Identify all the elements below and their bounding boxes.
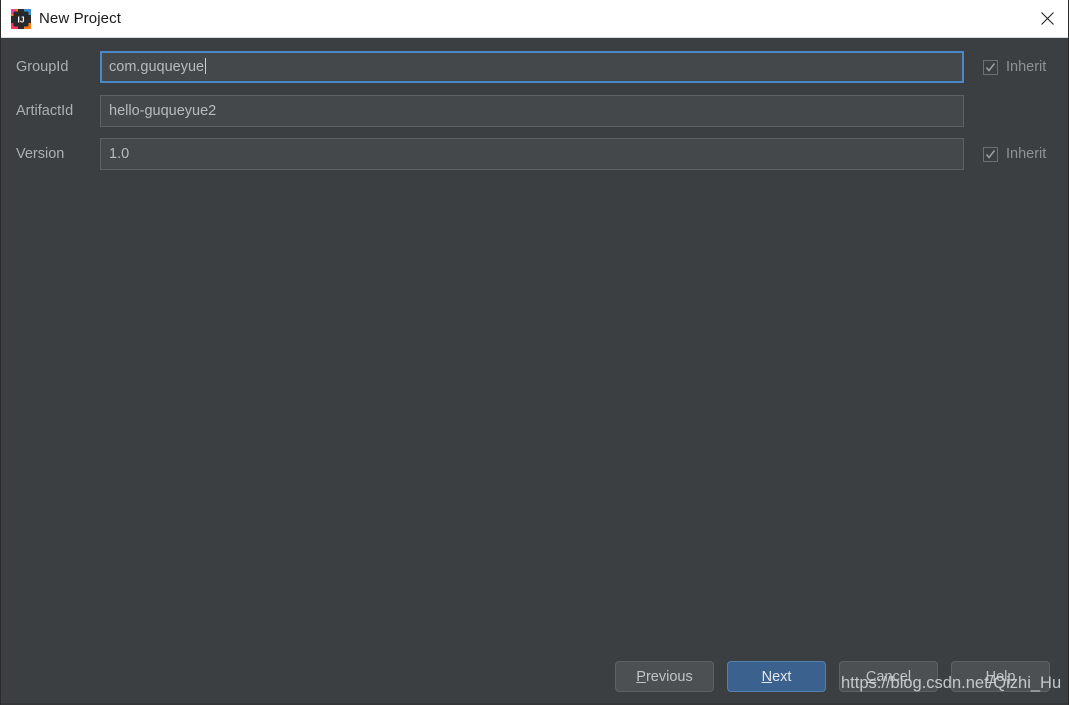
groupid-label: GroupId bbox=[16, 59, 69, 75]
previous-button-mnemonic: P bbox=[636, 668, 646, 685]
svg-text:IJ: IJ bbox=[17, 15, 24, 25]
artifactid-value: hello-guqueyue2 bbox=[109, 103, 217, 119]
cancel-button-label: ancel bbox=[876, 668, 912, 685]
artifactid-label: ArtifactId bbox=[16, 103, 74, 119]
help-button[interactable]: Help bbox=[951, 661, 1050, 692]
groupid-value: com.guqueyue bbox=[109, 59, 205, 75]
page-title: New Project bbox=[39, 10, 121, 27]
version-label: Version bbox=[16, 146, 65, 162]
title-bar: IJ New Project bbox=[1, 0, 1068, 38]
version-inherit-checkbox[interactable]: Inherit bbox=[983, 138, 1046, 170]
cancel-button[interactable]: Cancel bbox=[839, 661, 938, 692]
groupid-input[interactable]: com.guqueyue bbox=[100, 51, 964, 83]
cancel-button-mnemonic: C bbox=[865, 668, 877, 685]
next-button-label: ext bbox=[772, 668, 792, 685]
checkbox-checked-icon bbox=[983, 146, 998, 162]
version-inherit-label: Inherit bbox=[1006, 146, 1047, 162]
version-value: 1.0 bbox=[109, 146, 130, 162]
groupid-inherit-label: Inherit bbox=[1006, 59, 1047, 75]
artifactid-input[interactable]: hello-guqueyue2 bbox=[100, 95, 964, 127]
help-button-label: elp bbox=[996, 668, 1016, 685]
form-row-version: Version 1.0 Inherit bbox=[1, 138, 1068, 170]
next-button-mnemonic: N bbox=[761, 668, 773, 685]
previous-button-label: revious bbox=[645, 668, 693, 685]
close-button[interactable] bbox=[1024, 0, 1068, 37]
text-caret bbox=[205, 58, 207, 74]
version-input[interactable]: 1.0 bbox=[100, 138, 964, 170]
new-project-dialog: IJ New Project GroupId com.guqueyue Inhe… bbox=[0, 0, 1069, 705]
form-row-groupid: GroupId com.guqueyue Inherit bbox=[1, 51, 1068, 83]
close-icon bbox=[1040, 12, 1054, 25]
form-row-artifactid: ArtifactId hello-guqueyue2 bbox=[1, 95, 1068, 127]
previous-button[interactable]: Previous bbox=[615, 661, 714, 692]
help-button-mnemonic: H bbox=[985, 668, 997, 685]
intellij-idea-icon: IJ bbox=[11, 9, 31, 29]
next-button[interactable]: Next bbox=[727, 661, 826, 692]
groupid-inherit-checkbox[interactable]: Inherit bbox=[983, 51, 1046, 83]
checkbox-checked-icon bbox=[983, 59, 998, 75]
